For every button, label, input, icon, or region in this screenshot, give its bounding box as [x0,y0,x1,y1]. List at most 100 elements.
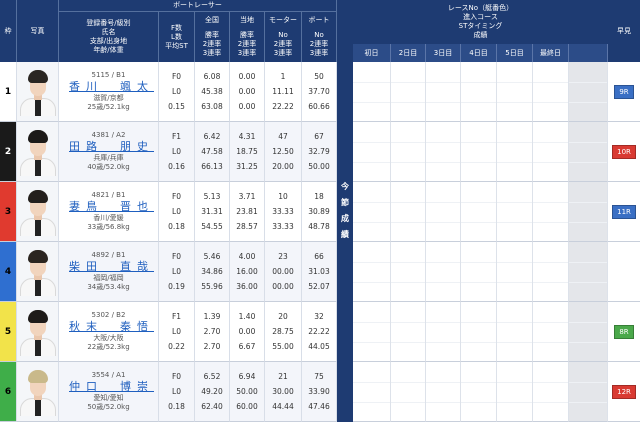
zenkoku-stats: 1.39 2.70 2.70 [195,302,230,362]
schedule-cell [569,242,608,302]
waku-number: 1 [0,62,17,122]
schedule-cell [391,62,426,122]
schedule-cell [533,242,569,302]
racer-info: 4892 / B1 柴田 直哉 福岡/福岡 34歳/53.4kg [59,242,159,302]
waku-number: 3 [0,182,17,242]
age-weight: 33歳/56.8kg [87,223,130,231]
f-l-st: F1 L0 0.16 [159,122,195,182]
soken-race-badge[interactable]: 12R [612,384,636,399]
schedule-cell [391,242,426,302]
schedule-cell [533,122,569,182]
avatar [19,248,56,296]
boat-stats: 67 32.79 50.00 [302,122,337,182]
header-boat-racer: ボートレーサー [59,0,337,12]
schedule-cell [353,122,391,182]
age-weight: 40歳/52.0kg [87,163,130,171]
schedule-cell [426,122,461,182]
soken-cell [608,242,640,302]
tochi-stats: 6.94 50.00 60.00 [230,362,265,422]
zenkoku-stats: 6.52 49.20 62.40 [195,362,230,422]
motor-stats: 21 30.00 44.44 [265,362,302,422]
soken-race-badge[interactable]: 11R [612,204,636,219]
tochi-stats: 0.00 0.00 0.00 [230,62,265,122]
racer-name-link[interactable]: 柴田 直哉 [63,260,154,274]
schedule-cell [426,62,461,122]
age-weight: 25歳/52.1kg [87,103,130,111]
motor-stats: 20 28.75 55.00 [265,302,302,362]
boat-stats: 32 22.22 44.05 [302,302,337,362]
motor-stats: 10 33.33 33.33 [265,182,302,242]
zenkoku-stats: 5.46 34.86 55.96 [195,242,230,302]
racer-name-link[interactable]: 田路 朋史 [63,140,154,154]
racer-info: 4821 / B1 妻鳥 晋也 香川/愛媛 33歳/56.8kg [59,182,159,242]
soken-race-badge[interactable]: 8R [614,324,634,339]
konsetsu-label: 今節成績 [337,0,353,422]
branch-birthplace: 福岡/福岡 [93,274,124,282]
soken-cell: 11R [608,182,640,242]
avatar [19,368,56,416]
registration-class: 3554 / A1 [91,371,126,379]
boat-stats: 50 37.70 60.66 [302,62,337,122]
schedule-cell [569,362,608,422]
age-weight: 50歳/52.0kg [87,403,130,411]
age-weight: 34歳/53.4kg [87,283,130,291]
racer-photo [17,62,59,122]
motor-stats: 1 11.11 22.22 [265,62,302,122]
racer-info: 4381 / A2 田路 朋史 兵庫/兵庫 40歳/52.0kg [59,122,159,182]
schedule-cell [461,362,497,422]
schedule-cell [569,302,608,362]
f-l-st: F0 L0 0.18 [159,362,195,422]
branch-birthplace: 兵庫/兵庫 [93,154,124,162]
branch-birthplace: 愛知/愛知 [93,394,124,402]
zenkoku-stats: 5.13 31.31 54.55 [195,182,230,242]
soken-race-badge[interactable]: 10R [612,144,636,159]
schedule-cell [391,362,426,422]
registration-class: 4381 / A2 [91,131,126,139]
registration-class: 4821 / B1 [91,191,126,199]
schedule-cell [426,302,461,362]
schedule-cell [391,122,426,182]
schedule-cell [497,302,533,362]
schedule-cell [569,182,608,242]
racer-name-link[interactable]: 秋末 秦悟 [63,320,154,334]
soken-cell: 12R [608,362,640,422]
waku-number: 4 [0,242,17,302]
motor-stats: 23 00.00 00.00 [265,242,302,302]
schedule-cell [569,62,608,122]
registration-class: 5115 / B1 [91,71,126,79]
schedule-cell [569,122,608,182]
day-header-1: 初日 [353,44,391,62]
schedule-cell [391,182,426,242]
age-weight: 22歳/52.3kg [87,343,130,351]
f-l-st: F0 L0 0.18 [159,182,195,242]
schedule-cell [497,182,533,242]
racer-name-link[interactable]: 仲口 博崇 [63,380,154,394]
racer-photo [17,122,59,182]
boat-stats: 75 33.90 47.46 [302,362,337,422]
day-header-2: 2日目 [391,44,426,62]
header-waku: 枠 [0,0,17,62]
racer-photo [17,182,59,242]
racer-name-link[interactable]: 妻鳥 晋也 [63,200,154,214]
header-photo: 写真 [17,0,59,62]
soken-cell: 8R [608,302,640,362]
header-zenkoku: 全国 勝率 2連率 3連率 [195,12,230,62]
tochi-stats: 4.31 18.75 31.25 [230,122,265,182]
header-motor: モーター No 2連率 3連率 [265,12,302,62]
boat-stats: 18 30.89 48.78 [302,182,337,242]
registration-class: 5302 / B2 [91,311,126,319]
schedule-cell [497,62,533,122]
zenkoku-stats: 6.42 47.58 66.13 [195,122,230,182]
motor-stats: 47 12.50 20.00 [265,122,302,182]
soken-cell: 9R [608,62,640,122]
schedule-cell [497,362,533,422]
soken-race-badge[interactable]: 9R [614,84,634,99]
waku-number: 6 [0,362,17,422]
schedule-cell [461,242,497,302]
racer-name-link[interactable]: 香川 颯太 [63,80,154,94]
schedule-cell [353,242,391,302]
header-soken: 早見 [608,0,640,62]
schedule-cell [353,182,391,242]
schedule-cell [497,242,533,302]
tochi-stats: 4.00 16.00 36.00 [230,242,265,302]
